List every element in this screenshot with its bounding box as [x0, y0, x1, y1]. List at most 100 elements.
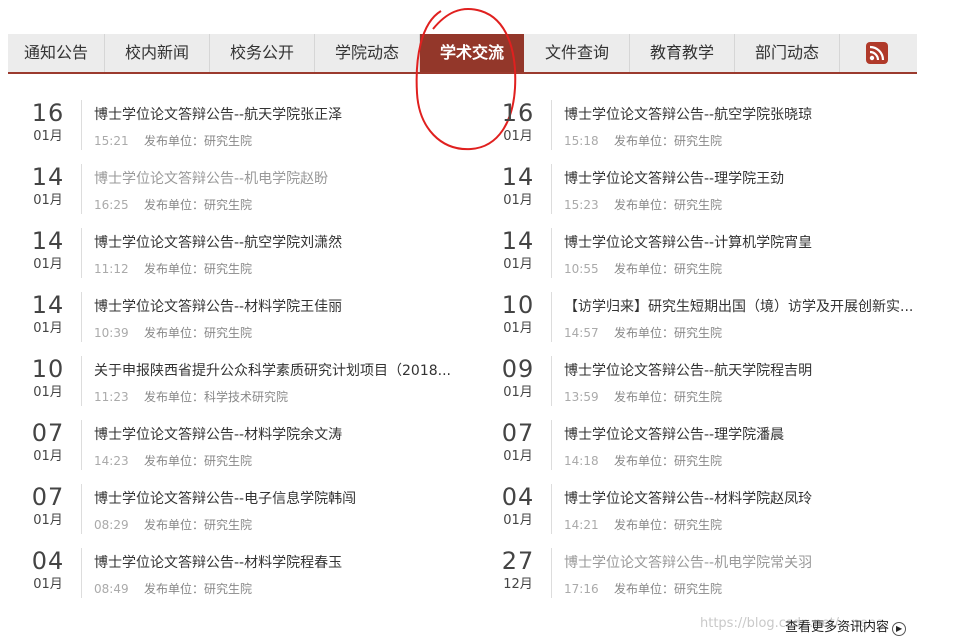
news-meta: 13:59 发布单位：研究生院	[564, 388, 722, 405]
date-day: 14	[31, 163, 65, 191]
news-time: 16:25	[94, 198, 129, 212]
date-month: 01月	[503, 449, 533, 464]
tab-academic-exchange[interactable]: 学术交流	[420, 34, 524, 72]
divider	[81, 548, 82, 598]
divider	[81, 292, 82, 342]
news-item[interactable]: 10 01月 【访学归来】研究生短期出国（境）访学及开展创新实... 14:57 发布单…	[492, 292, 932, 352]
news-title-link[interactable]: 博士学位论文答辩公告--计算机学院宵皇	[564, 232, 944, 252]
news-publisher: 发布单位：研究生院	[144, 262, 253, 276]
tab-education[interactable]: 教育教学	[630, 34, 735, 72]
news-publisher: 发布单位：研究生院	[614, 454, 723, 468]
date-day: 14	[501, 227, 535, 255]
news-time: 15:18	[564, 134, 599, 148]
news-title-link[interactable]: 关于申报陕西省提升公众科学素质研究计划项目（2018...	[94, 360, 474, 380]
tab-department[interactable]: 部门动态	[735, 34, 840, 72]
date-month: 01月	[33, 385, 63, 400]
rss-icon[interactable]	[866, 42, 888, 64]
news-title-link[interactable]: 博士学位论文答辩公告--电子信息学院韩闯	[94, 488, 474, 508]
news-meta: 17:16 发布单位：研究生院	[564, 580, 722, 597]
news-title-link[interactable]: 博士学位论文答辩公告--航天学院程吉明	[564, 360, 944, 380]
date-day: 07	[501, 419, 535, 447]
date-block: 16 01月	[492, 100, 544, 146]
date-month: 01月	[503, 385, 533, 400]
divider	[551, 420, 552, 470]
divider	[81, 100, 82, 150]
view-more-link[interactable]: 查看更多资讯内容 ▶	[785, 616, 907, 636]
news-title-link[interactable]: 博士学位论文答辩公告--机电学院赵盼	[94, 168, 474, 188]
date-day: 16	[501, 99, 535, 127]
news-meta: 11:23 发布单位：科学技术研究院	[94, 388, 288, 405]
tab-campus-news[interactable]: 校内新闻	[105, 34, 210, 72]
date-day: 16	[31, 99, 65, 127]
news-meta: 10:39 发布单位：研究生院	[94, 324, 252, 341]
divider	[81, 420, 82, 470]
date-month: 01月	[33, 257, 63, 272]
date-block: 27 12月	[492, 548, 544, 594]
news-publisher: 发布单位：研究生院	[144, 198, 253, 212]
news-title-link[interactable]: 博士学位论文答辩公告--材料学院程春玉	[94, 552, 474, 572]
news-item[interactable]: 07 01月 博士学位论文答辩公告--电子信息学院韩闯 08:29 发布单位：研究生院	[22, 484, 462, 544]
news-item[interactable]: 04 01月 博士学位论文答辩公告--材料学院程春玉 08:49 发布单位：研究生院	[22, 548, 462, 608]
tab-college-news[interactable]: 学院动态	[315, 34, 420, 72]
divider	[551, 292, 552, 342]
date-day: 07	[31, 483, 65, 511]
date-day: 14	[31, 227, 65, 255]
news-meta: 15:23 发布单位：研究生院	[564, 196, 722, 213]
date-month: 12月	[503, 577, 533, 592]
divider	[81, 356, 82, 406]
news-title-link[interactable]: 博士学位论文答辩公告--理学院潘晨	[564, 424, 944, 444]
date-month: 01月	[503, 513, 533, 528]
news-publisher: 发布单位：研究生院	[144, 326, 253, 340]
news-time: 13:59	[564, 390, 599, 404]
news-time: 10:55	[564, 262, 599, 276]
tab-affairs[interactable]: 校务公开	[210, 34, 315, 72]
date-month: 01月	[33, 321, 63, 336]
news-item[interactable]: 16 01月 博士学位论文答辩公告--航空学院张晓琼 15:18 发布单位：研究生院	[492, 100, 932, 160]
news-meta: 15:21 发布单位：研究生院	[94, 132, 252, 149]
divider	[551, 484, 552, 534]
date-day: 07	[31, 419, 65, 447]
news-time: 15:23	[564, 198, 599, 212]
news-title-link[interactable]: 博士学位论文答辩公告--材料学院余文涛	[94, 424, 474, 444]
date-day: 10	[31, 355, 65, 383]
news-item[interactable]: 07 01月 博士学位论文答辩公告--材料学院余文涛 14:23 发布单位：研究生院	[22, 420, 462, 480]
date-day: 14	[31, 291, 65, 319]
news-title-link[interactable]: 博士学位论文答辩公告--材料学院王佳丽	[94, 296, 474, 316]
news-publisher: 发布单位：研究生院	[144, 518, 253, 532]
news-item[interactable]: 14 01月 博士学位论文答辩公告--计算机学院宵皇 10:55 发布单位：研究生院	[492, 228, 932, 288]
date-block: 07 01月	[22, 484, 74, 530]
news-item[interactable]: 16 01月 博士学位论文答辩公告--航天学院张正泽 15:21 发布单位：研究生院	[22, 100, 462, 160]
news-item[interactable]: 14 01月 博士学位论文答辩公告--航空学院刘潇然 11:12 发布单位：研究生院	[22, 228, 462, 288]
news-item[interactable]: 09 01月 博士学位论文答辩公告--航天学院程吉明 13:59 发布单位：研究生院	[492, 356, 932, 416]
news-title-link[interactable]: 博士学位论文答辩公告--航空学院张晓琼	[564, 104, 944, 124]
date-block: 07 01月	[492, 420, 544, 466]
news-item[interactable]: 07 01月 博士学位论文答辩公告--理学院潘晨 14:18 发布单位：研究生院	[492, 420, 932, 480]
news-title-link[interactable]: 【访学归来】研究生短期出国（境）访学及开展创新实...	[564, 296, 944, 316]
news-title-link[interactable]: 博士学位论文答辩公告--理学院王劲	[564, 168, 944, 188]
divider	[551, 548, 552, 598]
date-day: 14	[501, 163, 535, 191]
news-time: 08:29	[94, 518, 129, 532]
news-title-link[interactable]: 博士学位论文答辩公告--航空学院刘潇然	[94, 232, 474, 252]
news-item[interactable]: 04 01月 博士学位论文答辩公告--材料学院赵凤玲 14:21 发布单位：研究生院	[492, 484, 932, 544]
news-title-link[interactable]: 博士学位论文答辩公告--机电学院常关羽	[564, 552, 944, 572]
news-item[interactable]: 10 01月 关于申报陕西省提升公众科学素质研究计划项目（2018... 11:23 发…	[22, 356, 462, 416]
news-time: 11:23	[94, 390, 129, 404]
news-item[interactable]: 27 12月 博士学位论文答辩公告--机电学院常关羽 17:16 发布单位：研究生院	[492, 548, 932, 608]
date-month: 01月	[33, 577, 63, 592]
tab-file-query[interactable]: 文件查询	[525, 34, 630, 72]
date-month: 01月	[503, 193, 533, 208]
date-block: 14 01月	[22, 228, 74, 274]
date-block: 16 01月	[22, 100, 74, 146]
date-month: 01月	[503, 129, 533, 144]
news-title-link[interactable]: 博士学位论文答辩公告--航天学院张正泽	[94, 104, 474, 124]
news-time: 10:39	[94, 326, 129, 340]
news-time: 15:21	[94, 134, 129, 148]
news-item[interactable]: 14 01月 博士学位论文答辩公告--材料学院王佳丽 10:39 发布单位：研究生院	[22, 292, 462, 352]
news-publisher: 发布单位：科学技术研究院	[144, 390, 289, 404]
news-item[interactable]: 14 01月 博士学位论文答辩公告--机电学院赵盼 16:25 发布单位：研究生院	[22, 164, 462, 224]
news-title-link[interactable]: 博士学位论文答辩公告--材料学院赵凤玲	[564, 488, 944, 508]
news-item[interactable]: 14 01月 博士学位论文答辩公告--理学院王劲 15:23 发布单位：研究生院	[492, 164, 932, 224]
divider	[551, 100, 552, 150]
tab-notice[interactable]: 通知公告	[8, 34, 105, 72]
